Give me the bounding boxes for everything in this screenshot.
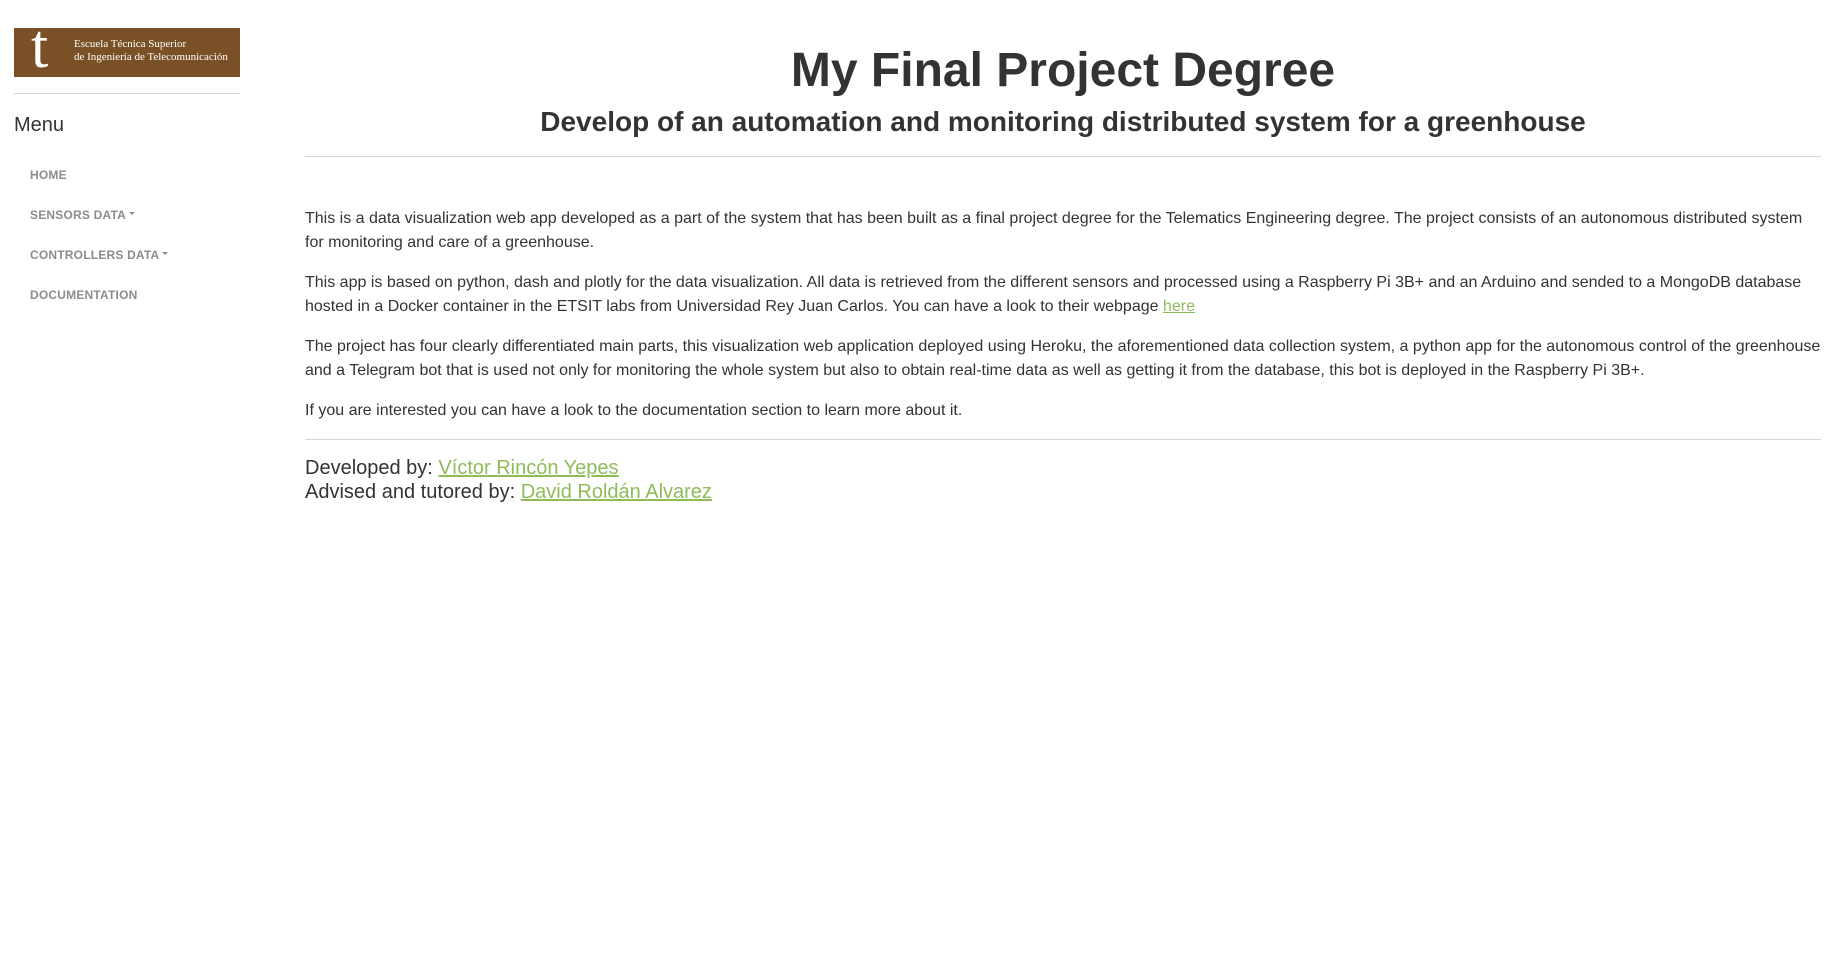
page-title: My Final Project Degree	[790, 44, 1336, 97]
nav-item-sensors-data[interactable]: SENSORS DATA	[14, 205, 240, 245]
documentation-paragraph: If you are interested you can have a loo…	[305, 402, 963, 419]
developed-by-label: Developed by:	[305, 457, 439, 479]
developer-link[interactable]: Víctor Rincón Yepes	[438, 457, 618, 479]
logo-line-2: de Ingeniería de Telecomunicación	[74, 51, 228, 63]
nav-item-label: HOME	[30, 168, 67, 182]
sidebar-divider	[14, 93, 240, 94]
parts-paragraph: The project has four clearly differentia…	[305, 338, 1821, 379]
advisor-link[interactable]: David Roldán Alvarez	[521, 481, 712, 503]
nav-item-controllers-data[interactable]: CONTROLLERS DATA	[14, 245, 240, 285]
credits-divider	[305, 439, 1821, 440]
header-divider	[305, 156, 1821, 157]
tech-paragraph: This app is based on python, dash and pl…	[305, 271, 1821, 319]
school-logo[interactable]: t Escuela Técnica Superior de Ingeniería…	[14, 28, 240, 77]
sidebar: t Escuela Técnica Superior de Ingeniería…	[14, 28, 240, 325]
main-content: My Final Project Degree Develop of an au…	[305, 40, 1821, 504]
intro-paragraph: This is a data visualization web app dev…	[305, 210, 1803, 251]
credits: Developed by: Víctor Rincón Yepes Advise…	[305, 456, 1821, 504]
logo-line-1: Escuela Técnica Superior	[74, 38, 187, 50]
caret-down-icon	[162, 252, 169, 256]
page-subtitle: Develop of an automation and monitoring …	[540, 106, 1586, 137]
tech-paragraph-text: This app is based on python, dash and pl…	[305, 274, 1802, 315]
advised-by-line: Advised and tutored by: David Roldán Alv…	[305, 480, 1821, 504]
nav-item-label: DOCUMENTATION	[30, 288, 138, 302]
logo-letter: t	[31, 28, 49, 77]
nav-item-documentation[interactable]: DOCUMENTATION	[14, 285, 240, 325]
nav-item-home[interactable]: HOME	[14, 165, 240, 205]
advised-by-label: Advised and tutored by:	[305, 481, 521, 503]
webpage-link[interactable]: here	[1163, 298, 1195, 315]
logo-text: Escuela Técnica Superior de Ingeniería d…	[74, 38, 228, 64]
nav-item-label: SENSORS DATA	[30, 208, 126, 222]
caret-down-icon	[128, 212, 135, 216]
developed-by-line: Developed by: Víctor Rincón Yepes	[305, 456, 1821, 480]
nav-item-label: CONTROLLERS DATA	[30, 248, 160, 262]
menu-title: Menu	[14, 114, 65, 136]
